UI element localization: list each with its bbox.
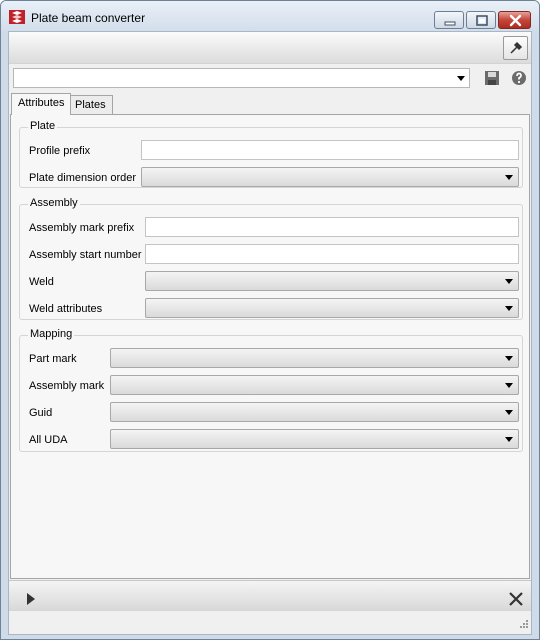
guid-select[interactable]	[110, 402, 519, 422]
plate-dimension-order-label: Plate dimension order	[29, 172, 137, 184]
part-mark-select[interactable]	[110, 348, 519, 368]
weld-select[interactable]	[145, 271, 519, 291]
mapping-group: Mapping Part mark Assembly mark Guid All…	[19, 328, 523, 452]
window-title: Plate beam converter	[31, 11, 146, 25]
weld-attributes-select[interactable]	[145, 298, 519, 318]
assembly-mark-prefix-label: Assembly mark prefix	[29, 222, 135, 234]
minimize-icon	[444, 21, 456, 26]
preset-combo[interactable]	[13, 68, 470, 88]
tab-plates[interactable]: Plates	[68, 95, 113, 115]
close-icon[interactable]	[509, 592, 523, 609]
attributes-tab-panel: Plate Profile prefix Plate dimension ord…	[10, 114, 530, 579]
save-icon[interactable]	[484, 70, 500, 86]
assembly-start-number-input[interactable]	[145, 244, 519, 264]
pin-button[interactable]	[503, 36, 528, 60]
maximize-icon	[476, 15, 488, 26]
part-mark-label: Part mark	[29, 353, 77, 365]
assembly-mark-label: Assembly mark	[29, 380, 105, 392]
top-toolbar	[9, 32, 531, 64]
assembly-group: Assembly Assembly mark prefix Assembly s…	[19, 197, 523, 320]
title-bar[interactable]: Plate beam converter	[1, 1, 539, 31]
guid-label: Guid	[29, 407, 53, 419]
resize-grip-icon[interactable]	[518, 618, 528, 631]
profile-prefix-label: Profile prefix	[29, 145, 91, 157]
bottom-action-bar	[9, 580, 531, 610]
chevron-down-icon	[505, 410, 513, 415]
dialog-client-area: Attributes Plates Plate Profile prefix P…	[8, 31, 532, 635]
plate-dimension-order-select[interactable]	[141, 167, 519, 187]
assembly-mark-prefix-input[interactable]	[145, 217, 519, 237]
plate-group: Plate Profile prefix Plate dimension ord…	[19, 120, 523, 188]
chevron-down-icon	[505, 279, 513, 284]
chevron-down-icon	[505, 356, 513, 361]
all-uda-select[interactable]	[110, 429, 519, 449]
profile-prefix-input[interactable]	[141, 140, 519, 160]
tab-attributes[interactable]: Attributes	[11, 93, 72, 115]
chevron-down-icon	[505, 437, 513, 442]
mapping-group-title: Mapping	[28, 328, 75, 340]
close-window-icon	[509, 14, 522, 27]
assembly-group-title: Assembly	[28, 197, 80, 209]
maximize-button[interactable]	[466, 11, 496, 29]
chevron-down-icon	[505, 383, 513, 388]
weld-attributes-label: Weld attributes	[29, 303, 103, 315]
weld-label: Weld	[29, 276, 54, 288]
plate-group-title: Plate	[28, 120, 58, 132]
status-bar	[9, 610, 531, 634]
pin-icon	[510, 41, 523, 54]
all-uda-label: All UDA	[29, 434, 68, 446]
plate-beam-converter-window: Plate beam converter Attributes Plates P…	[0, 0, 540, 640]
assembly-start-number-label: Assembly start number	[29, 249, 142, 261]
chevron-down-icon	[457, 76, 465, 81]
app-icon	[9, 10, 25, 24]
minimize-button[interactable]	[434, 11, 464, 29]
play-icon[interactable]	[27, 593, 35, 608]
assembly-mark-select[interactable]	[110, 375, 519, 395]
window-close-button[interactable]	[498, 11, 531, 29]
chevron-down-icon	[505, 306, 513, 311]
chevron-down-icon	[505, 175, 513, 180]
help-icon[interactable]	[511, 70, 527, 86]
